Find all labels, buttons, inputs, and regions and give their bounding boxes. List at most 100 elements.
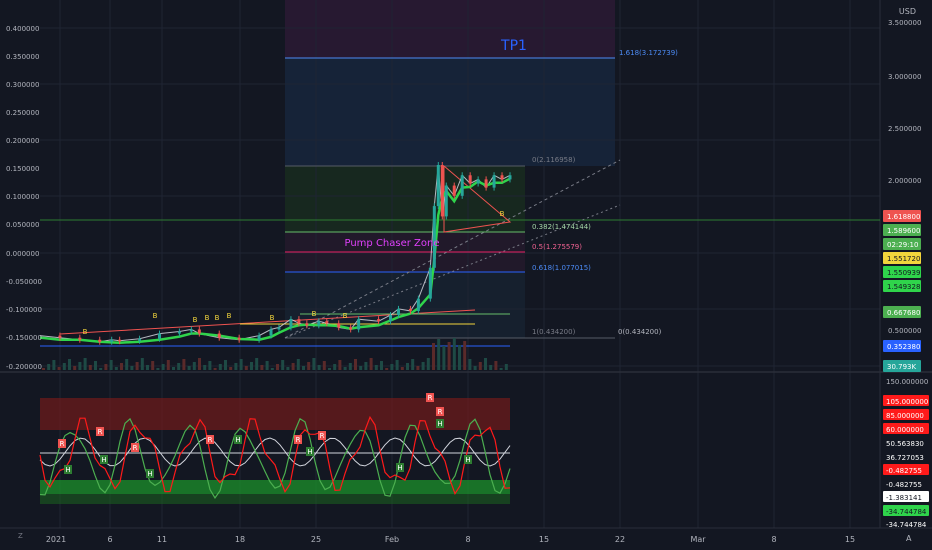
candle-body (389, 315, 393, 322)
candle-body (138, 338, 142, 341)
candle-body (460, 175, 464, 196)
volume-bar (151, 361, 155, 370)
osc-h-badge-text: H (101, 456, 106, 464)
left-axis-tick: -0.100000 (6, 306, 42, 314)
volume-bar (468, 359, 472, 370)
right-axis-tick: 3.500000 (888, 19, 921, 27)
price-tag-text: 0.667680 (887, 309, 920, 317)
corner-a-label[interactable]: A (906, 534, 912, 543)
candle-body (305, 323, 309, 326)
volume-bar (244, 366, 248, 370)
osc-h-badge-text: H (235, 436, 240, 444)
candle-body (189, 329, 193, 332)
volume-bar (229, 367, 233, 370)
volume-bar (250, 362, 253, 370)
price-tag-text: 30.793K (887, 363, 916, 371)
volume-bar (88, 365, 92, 370)
left-axis-tick: 0.350000 (6, 53, 39, 61)
candle-body (436, 165, 440, 207)
fib-05-label: 0.5(1.275579) (532, 243, 582, 251)
right-axis-tick: 0.500000 (888, 327, 921, 335)
volume-bar (286, 367, 290, 370)
osc-h-badge-text: H (147, 470, 152, 478)
volume-bar (140, 358, 144, 370)
candle-body (177, 331, 181, 334)
volume-bar (224, 360, 227, 370)
osc-tag-text: -34.744784 (886, 521, 927, 529)
volume-bar (328, 368, 331, 370)
volume-bar (208, 361, 212, 370)
candle-body (432, 206, 436, 268)
volume-bar (161, 364, 165, 370)
volume-bar (68, 359, 71, 370)
volume-bar (281, 360, 285, 370)
volume-bar (156, 368, 160, 370)
osc-tag-text: -0.482755 (886, 481, 922, 489)
x-axis-tick: Mar (690, 535, 706, 544)
volume-bar (234, 363, 238, 370)
buy-marker: B (215, 314, 220, 322)
currency-label: USD (899, 7, 916, 16)
background-layer (0, 0, 932, 550)
candle-body (357, 319, 361, 330)
osc-oversold-zone-2 (40, 494, 510, 504)
volume-bar (94, 361, 97, 370)
osc-tag-text: 36.727053 (886, 454, 924, 462)
candle-body (476, 179, 480, 184)
left-axis-tick: 0.300000 (6, 81, 39, 89)
volume-bar (99, 368, 103, 370)
candle-body (468, 175, 472, 184)
left-axis-tick: 0.200000 (6, 137, 39, 145)
buy-marker: B (153, 312, 158, 320)
osc-tag-text: 50.563830 (886, 440, 924, 448)
candle-body (377, 319, 381, 322)
volume-bar (307, 362, 311, 370)
right-axis-tick: 3.000000 (888, 73, 921, 81)
candle-body (428, 267, 432, 299)
osc-r-badge-text: R (60, 440, 65, 448)
left-axis-tick: 0.050000 (6, 221, 39, 229)
volume-bar (494, 361, 498, 370)
volume-bar (452, 338, 456, 370)
volume-bar (390, 364, 394, 370)
osc-tag-text: -34.744784 (886, 508, 927, 516)
volume-bar (270, 368, 274, 370)
candle-body (396, 308, 400, 316)
volume-bar (213, 368, 217, 370)
fib-0618-label: 0.618(1.077015) (532, 264, 591, 272)
volume-bar (166, 360, 170, 370)
x-axis-tick: 8 (465, 535, 470, 544)
volume-bar (395, 360, 399, 370)
fib-zone-upper (285, 58, 615, 166)
left-axis-tick: -0.200000 (6, 363, 42, 371)
volume-bar (203, 365, 207, 370)
volume-bar (260, 365, 264, 370)
buy-marker: B (205, 314, 210, 322)
volume-bar (442, 346, 446, 370)
candle-body (500, 175, 504, 180)
volume-bar (109, 360, 113, 370)
volume-bar (218, 364, 222, 370)
right-axis-tick: 2.500000 (888, 125, 921, 133)
candle-body (408, 308, 412, 311)
volume-bar (426, 358, 430, 370)
volume-bar (239, 359, 243, 370)
volume-bar (135, 362, 139, 370)
chart-canvas: B B B B B B B BBB RRRR R RRRHHHHHHHH 0.4000000.35… (0, 0, 932, 550)
x-axis-tick: Feb (385, 535, 399, 544)
volume-bar (354, 359, 357, 370)
volume-bar (177, 363, 181, 370)
volume-bar (47, 364, 51, 370)
left-axis-tick: 0.100000 (6, 193, 39, 201)
volume-bar (359, 366, 363, 370)
volume-bar (374, 365, 378, 370)
pump-chaser-zone-label: Pump Chaser Zone (344, 238, 439, 249)
volume-bar (57, 367, 61, 370)
osc-h-badge-text: H (65, 466, 70, 474)
osc-r-badge-text: R (208, 436, 213, 444)
corner-z-label[interactable]: Z (18, 532, 23, 540)
fib-1618-label: 1.618(3.172739) (619, 49, 678, 57)
volume-bar (104, 364, 108, 370)
osc-tag-text: -1.383141 (886, 494, 922, 502)
volume-bar (198, 358, 201, 370)
